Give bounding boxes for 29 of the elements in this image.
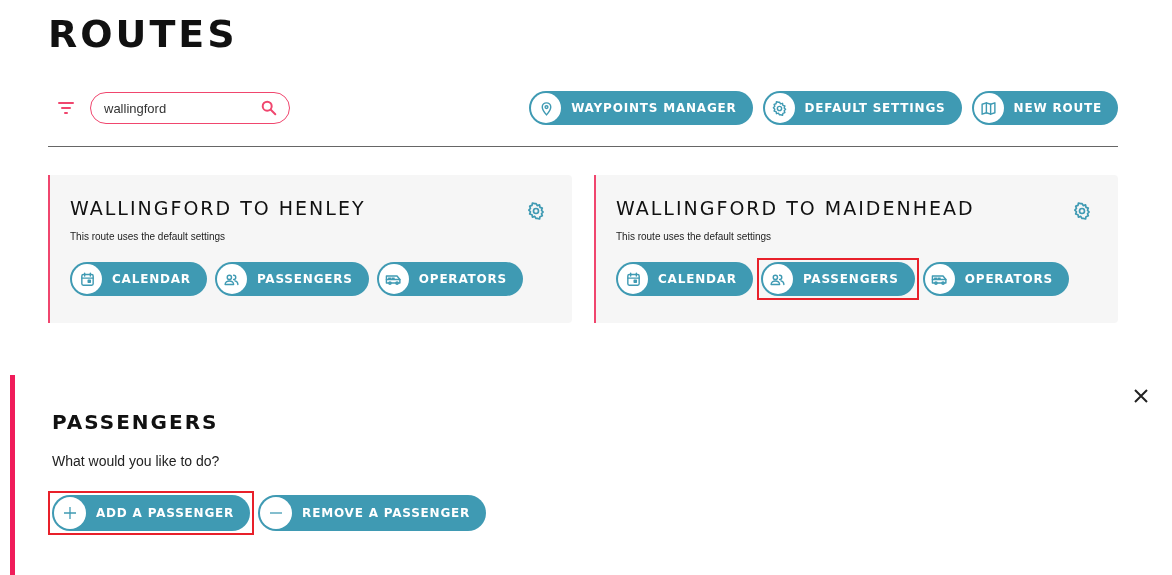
people-button[interactable]: PASSENGERS — [760, 262, 915, 296]
pin-button[interactable]: WAYPOINTS MANAGER — [529, 91, 753, 125]
calendar-button[interactable]: CALENDAR — [70, 262, 207, 296]
route-title: WALLINGFORD TO MAIDENHEAD — [616, 196, 976, 221]
people-button[interactable]: PASSENGERS — [214, 262, 369, 296]
calendar-button[interactable]: CALENDAR — [616, 262, 753, 296]
map-button[interactable]: NEW ROUTE — [971, 91, 1118, 125]
calendar-icon — [624, 270, 642, 288]
panel-title: PASSENGERS — [52, 409, 219, 436]
settings-icon — [771, 99, 789, 117]
calendar-icon — [78, 270, 96, 288]
route-description: This route uses the default settings — [616, 231, 773, 242]
page-title: ROUTES — [48, 11, 238, 58]
van-button[interactable]: OPERATORS — [376, 262, 524, 296]
minus-icon — [270, 512, 283, 514]
plus-button[interactable]: ADD A PASSENGER — [52, 495, 251, 531]
search-icon[interactable] — [260, 99, 278, 117]
close-button[interactable] — [1132, 387, 1150, 405]
route-description: This route uses the default settings — [70, 231, 227, 242]
minus-button[interactable]: REMOVE A PASSENGER — [258, 495, 487, 531]
van-button[interactable]: OPERATORS — [922, 262, 1070, 296]
panel-prompt: What would you like to do? — [52, 453, 221, 469]
settings-icon[interactable] — [526, 201, 546, 221]
route-title: WALLINGFORD TO HENLEY — [70, 196, 367, 221]
search-field[interactable]: wallingford — [90, 92, 290, 124]
plus-icon — [64, 507, 76, 519]
settings-icon[interactable] — [1072, 201, 1092, 221]
settings-button[interactable]: DEFAULT SETTINGS — [762, 91, 962, 125]
map-icon — [980, 99, 998, 117]
